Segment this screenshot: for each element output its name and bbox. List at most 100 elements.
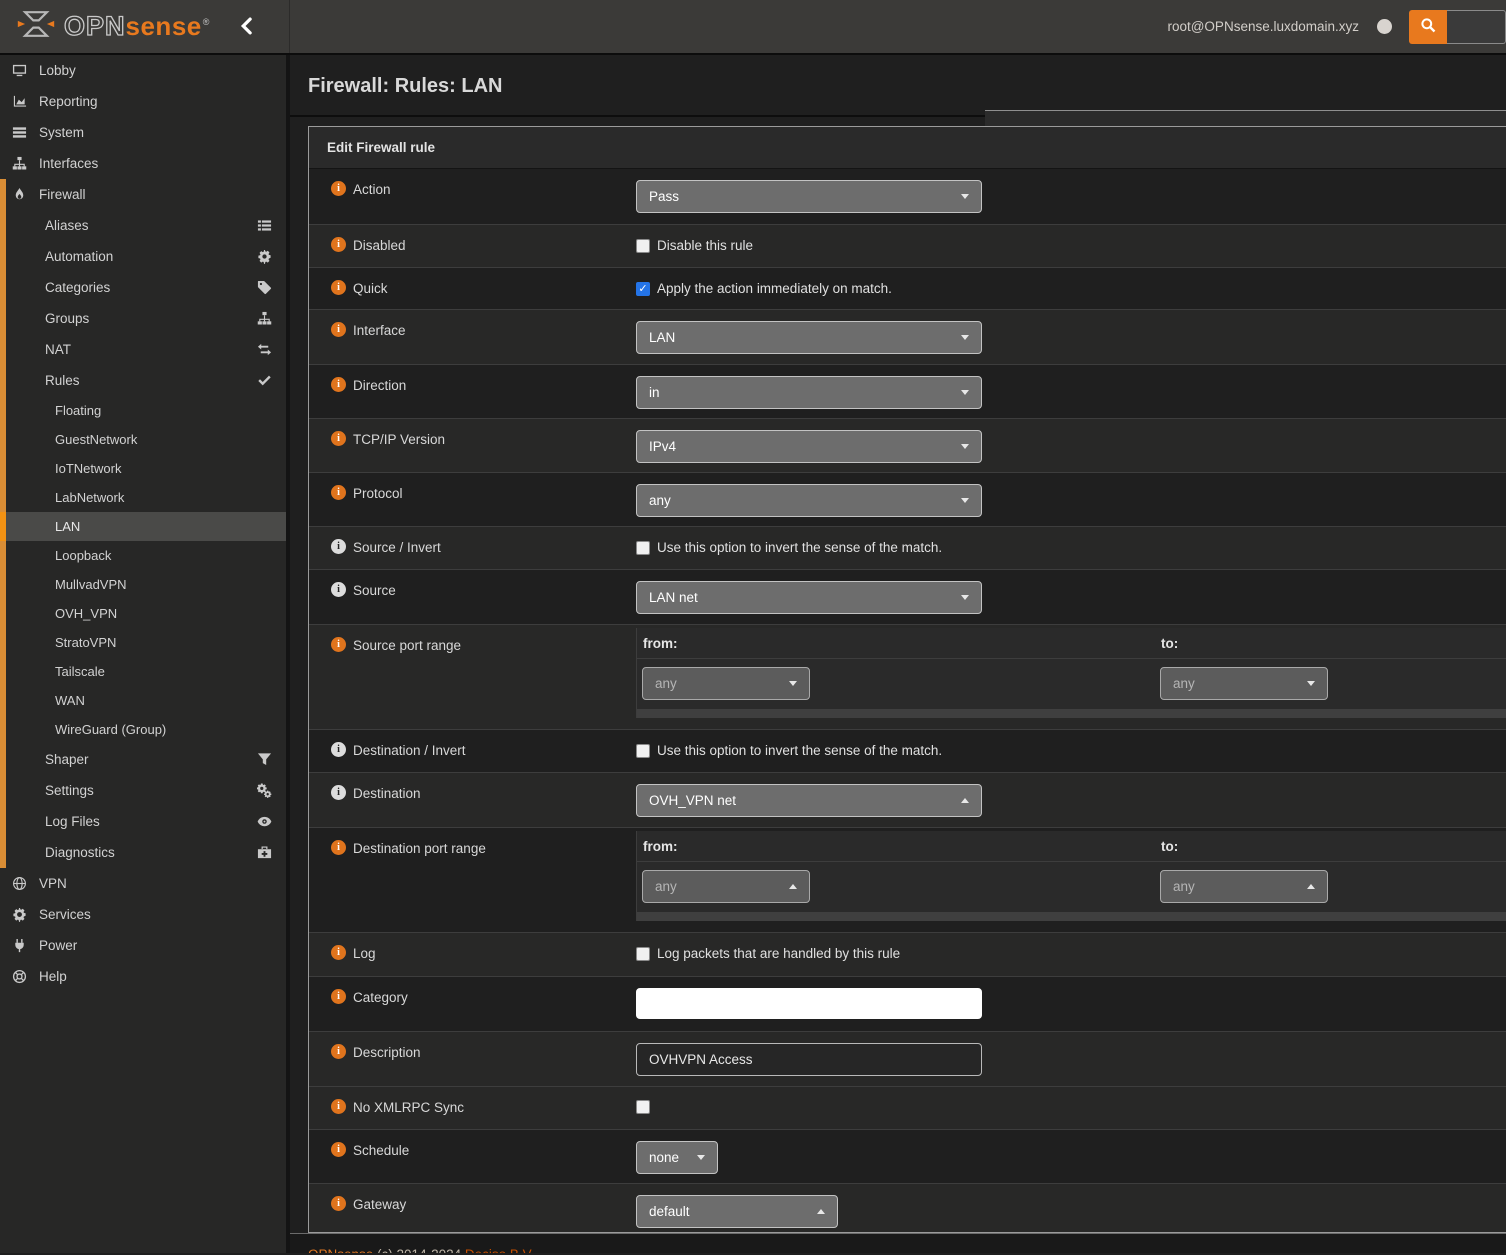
form-row-disabled: iDisabledDisable this rule — [309, 224, 1506, 267]
checkbox-label: Use this option to invert the sense of t… — [657, 540, 942, 555]
horizontal-scrollbar[interactable] — [637, 912, 1506, 921]
search-icon — [1420, 17, 1436, 36]
sidebar-item-ovh-vpn[interactable]: OVH_VPN — [6, 599, 286, 628]
info-icon[interactable]: i — [331, 431, 346, 446]
info-icon[interactable]: i — [331, 1044, 346, 1059]
sidebar-item-groups[interactable]: Groups — [6, 303, 286, 334]
sidebar-item-label: System — [39, 125, 84, 140]
sidebar-item-loopback[interactable]: Loopback — [6, 541, 286, 570]
sidebar-item-wan[interactable]: WAN — [6, 686, 286, 715]
footer-deciso-link[interactable]: Deciso B.V. — [465, 1247, 534, 1253]
sidebar-item-help[interactable]: Help — [0, 961, 286, 992]
sidebar-item-services[interactable]: Services — [0, 899, 286, 930]
log-checkbox[interactable] — [636, 947, 650, 961]
sidebar-item-stratovpn[interactable]: StratoVPN — [6, 628, 286, 657]
protocol-select[interactable]: any — [636, 484, 982, 517]
info-icon[interactable]: i — [331, 1099, 346, 1114]
sidebar-item-reporting[interactable]: Reporting — [0, 86, 286, 117]
selected-value: Pass — [649, 189, 679, 204]
sidebar-item-label: Groups — [45, 311, 89, 326]
source-port-range-to-select[interactable]: any — [1160, 667, 1328, 700]
sidebar-item-label: LabNetwork — [55, 490, 124, 505]
destination-invert-checkbox[interactable] — [636, 744, 650, 758]
sidebar-item-interfaces[interactable]: Interfaces — [0, 148, 286, 179]
form-row-destination-invert: iDestination / InvertUse this option to … — [309, 729, 1506, 772]
brand-text[interactable]: OPNsense® — [64, 11, 209, 42]
sidebar-item-shaper[interactable]: Shaper — [6, 744, 286, 775]
horizontal-scrollbar[interactable] — [637, 709, 1506, 718]
field-label: Quick — [353, 281, 388, 296]
destination-select[interactable]: OVH_VPN net — [636, 784, 982, 817]
fire-icon — [12, 187, 29, 202]
info-icon[interactable]: i — [331, 785, 346, 800]
field-label: Category — [353, 990, 408, 1005]
sidebar-item-wireguard-group[interactable]: WireGuard (Group) — [6, 715, 286, 744]
info-icon[interactable]: i — [331, 840, 346, 855]
sidebar-item-vpn[interactable]: VPN — [0, 868, 286, 899]
source-invert-checkbox[interactable] — [636, 541, 650, 555]
info-icon[interactable]: i — [331, 742, 346, 757]
sidebar-item-nat[interactable]: NAT — [6, 334, 286, 365]
sidebar-collapse-icon[interactable] — [237, 16, 259, 38]
info-icon[interactable]: i — [331, 637, 346, 652]
info-icon[interactable]: i — [331, 945, 346, 960]
sidebar-item-rules[interactable]: Rules — [6, 365, 286, 396]
quick-checkbox[interactable]: ✓ — [636, 282, 650, 296]
info-icon[interactable]: i — [331, 237, 346, 252]
destination-port-range-from-select[interactable]: any — [642, 870, 810, 903]
sidebar-item-system[interactable]: System — [0, 117, 286, 148]
info-icon[interactable]: i — [331, 280, 346, 295]
info-icon[interactable]: i — [331, 1142, 346, 1157]
footer-opnsense-link[interactable]: OPNsense — [308, 1247, 373, 1253]
sidebar-item-tailscale[interactable]: Tailscale — [6, 657, 286, 686]
sidebar-item-automation[interactable]: Automation — [6, 241, 286, 272]
sidebar-item-label: Reporting — [39, 94, 98, 109]
form-row-destination: iDestinationOVH_VPN net — [309, 772, 1506, 827]
interface-select[interactable]: LAN — [636, 321, 982, 354]
info-icon[interactable]: i — [331, 582, 346, 597]
info-icon[interactable]: i — [331, 485, 346, 500]
sidebar-item-label: StratoVPN — [55, 635, 116, 650]
info-icon[interactable]: i — [331, 539, 346, 554]
info-icon[interactable]: i — [331, 377, 346, 392]
sidebar-item-log-files[interactable]: Log Files — [6, 806, 286, 837]
sidebar-item-power[interactable]: Power — [0, 930, 286, 961]
search-input[interactable] — [1447, 10, 1506, 44]
logged-in-user[interactable]: root@OPNsense.luxdomain.xyz — [1167, 19, 1359, 34]
sidebar-item-iotnetwork[interactable]: IoTNetwork — [6, 454, 286, 483]
sidebar-item-settings[interactable]: Settings — [6, 775, 286, 806]
sidebar-item-mullvadvpn[interactable]: MullvadVPN — [6, 570, 286, 599]
info-icon[interactable]: i — [331, 181, 346, 196]
sidebar-item-label: Loopback — [55, 548, 111, 563]
destination-port-range-to-select[interactable]: any — [1160, 870, 1328, 903]
search-button[interactable] — [1409, 10, 1447, 44]
sidebar-item-labnetwork[interactable]: LabNetwork — [6, 483, 286, 512]
tcpip-version-select[interactable]: IPv4 — [636, 430, 982, 463]
schedule-select[interactable]: none — [636, 1141, 718, 1174]
category-input[interactable] — [636, 988, 982, 1019]
sidebar-item-lan[interactable]: LAN — [0, 512, 286, 541]
description-input[interactable] — [636, 1043, 982, 1076]
no-xmlrpc-sync-checkbox[interactable] — [636, 1100, 650, 1114]
source-port-range-from-select[interactable]: any — [642, 667, 810, 700]
destination-port-range-table: from:to:anyany — [636, 831, 1506, 921]
sidebar-item-guestnetwork[interactable]: GuestNetwork — [6, 425, 286, 454]
gateway-select[interactable]: default — [636, 1195, 838, 1228]
sidebar-item-firewall[interactable]: Firewall — [6, 179, 286, 210]
direction-select[interactable]: in — [636, 376, 982, 409]
sidebar-item-categories[interactable]: Categories — [6, 272, 286, 303]
info-icon[interactable]: i — [331, 322, 346, 337]
field-label: No XMLRPC Sync — [353, 1100, 464, 1115]
source-select[interactable]: LAN net — [636, 581, 982, 614]
sidebar-item-diagnostics[interactable]: Diagnostics — [6, 837, 286, 868]
sidebar-item-aliases[interactable]: Aliases — [6, 210, 286, 241]
sidebar-item-floating[interactable]: Floating — [6, 396, 286, 425]
field-label: Description — [353, 1045, 421, 1060]
status-dot — [1377, 19, 1392, 34]
info-icon[interactable]: i — [331, 1196, 346, 1211]
action-select[interactable]: Pass — [636, 180, 982, 213]
info-icon[interactable]: i — [331, 989, 346, 1004]
sidebar-item-lobby[interactable]: Lobby — [0, 55, 286, 86]
disabled-checkbox[interactable] — [636, 239, 650, 253]
selected-value: LAN net — [649, 590, 698, 605]
